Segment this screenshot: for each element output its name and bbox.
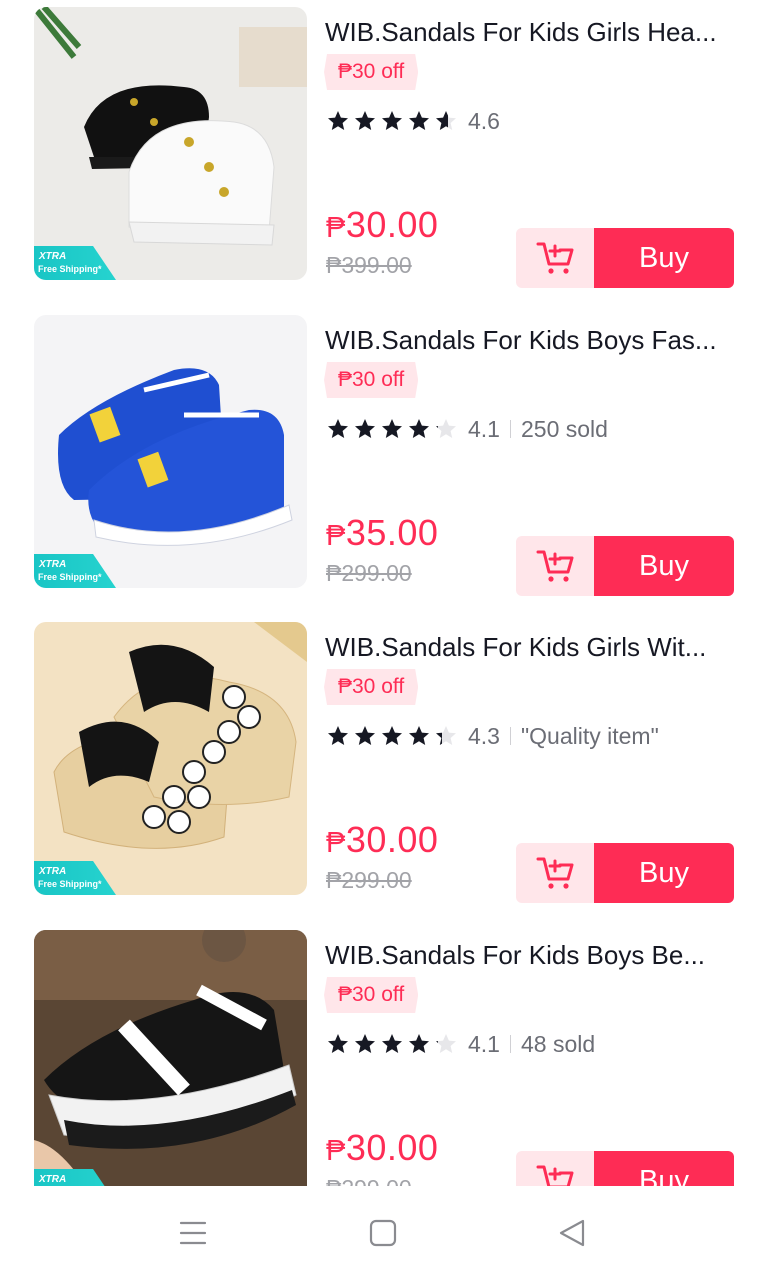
star-rating [326, 1032, 458, 1056]
star-icon [409, 726, 429, 745]
star-rating [326, 109, 458, 133]
star-icon [382, 419, 402, 438]
currency-symbol: ₱ [326, 827, 346, 859]
discount-badge: ₱30 off [324, 669, 418, 705]
rating-value: 4.3 [468, 722, 500, 749]
star-icon [382, 111, 402, 130]
add-to-cart-icon [536, 1165, 574, 1186]
star-rating [326, 417, 458, 441]
star-icon [328, 1034, 348, 1053]
add-to-cart-icon [536, 550, 574, 582]
home-square-icon [369, 1219, 397, 1247]
price: ₱30.00 [326, 204, 438, 246]
product-title[interactable]: WIB.Sandals For Kids Girls Hea... [325, 17, 737, 48]
price: ₱30.00 [326, 819, 438, 861]
product-card[interactable]: XTRA WIB.Sandals For Kids Boys Be... ₱30… [0, 930, 768, 1186]
discount-badge: ₱30 off [324, 54, 418, 90]
add-to-cart-icon [536, 242, 574, 274]
divider [509, 420, 511, 438]
divider [509, 727, 511, 745]
sold-count: 48 sold [520, 1030, 596, 1057]
rating-value: 4.1 [468, 415, 500, 442]
original-price: ₱399.00 [326, 252, 412, 278]
system-navigation-bar [0, 1186, 768, 1280]
rating-row: 4.6 [326, 105, 500, 137]
back-triangle-icon [559, 1219, 585, 1247]
product-title[interactable]: WIB.Sandals For Kids Girls Wit... [325, 632, 737, 663]
price: ₱30.00 [326, 1127, 438, 1169]
add-to-cart-button[interactable] [516, 536, 594, 596]
star-icon [436, 1034, 456, 1053]
price-value: 30.00 [345, 1127, 439, 1168]
original-price: ₱299.00 [326, 867, 412, 893]
rating-row: 4.3 "Quality item" [326, 720, 659, 752]
menu-icon [179, 1221, 207, 1245]
menu-button[interactable] [173, 1216, 213, 1250]
product-image[interactable]: XTRA Free Shipping* [34, 622, 307, 895]
buy-button[interactable]: Buy [594, 228, 734, 288]
star-icon [409, 419, 429, 438]
add-to-cart-button[interactable] [516, 228, 594, 288]
product-title[interactable]: WIB.Sandals For Kids Boys Be... [325, 940, 737, 971]
discount-badge: ₱30 off [324, 362, 418, 398]
currency-symbol: ₱ [326, 1135, 346, 1167]
price-value: 30.00 [345, 204, 439, 245]
review-snippet: "Quality item" [520, 722, 659, 749]
product-card[interactable]: XTRA Free Shipping* WIB.Sandals For Kids… [0, 622, 768, 903]
star-icon [409, 111, 429, 130]
price-value: 35.00 [345, 512, 439, 553]
add-to-cart-button[interactable] [516, 843, 594, 903]
star-icon [328, 726, 348, 745]
original-price: ₱299.00 [326, 560, 412, 586]
rating-row: 4.1 250 sold [326, 413, 608, 445]
original-price: ₱299.00 [326, 1175, 412, 1186]
product-title[interactable]: WIB.Sandals For Kids Boys Fas... [325, 325, 737, 356]
rating-value: 4.1 [468, 1030, 500, 1057]
currency-symbol: ₱ [326, 520, 346, 552]
product-card[interactable]: XTRA Free Shipping* WIB.Sandals For Kids… [0, 7, 768, 288]
star-icon [382, 1034, 402, 1053]
buy-button[interactable]: Buy [594, 536, 734, 596]
product-image[interactable]: XTRA Free Shipping* [34, 315, 307, 588]
buy-button[interactable]: Buy [594, 843, 734, 903]
star-icon [409, 1034, 429, 1053]
star-icon [355, 1034, 375, 1053]
add-to-cart-button[interactable] [516, 1151, 594, 1186]
star-icon [436, 419, 456, 438]
product-image[interactable]: XTRA [34, 930, 307, 1186]
buy-button[interactable]: Buy [594, 1151, 734, 1186]
star-icon [355, 726, 375, 745]
product-image[interactable]: XTRA Free Shipping* [34, 7, 307, 280]
home-button[interactable] [363, 1216, 403, 1250]
star-icon [328, 111, 348, 130]
price: ₱35.00 [326, 512, 438, 554]
star-rating [326, 724, 458, 748]
star-icon [328, 419, 348, 438]
rating-value: 4.6 [468, 107, 500, 134]
rating-row: 4.1 48 sold [326, 1028, 595, 1060]
price-value: 30.00 [345, 819, 439, 860]
currency-symbol: ₱ [326, 212, 346, 244]
divider [509, 1035, 511, 1053]
star-icon [355, 419, 375, 438]
product-list: XTRA Free Shipping* WIB.Sandals For Kids… [0, 0, 768, 1186]
product-card[interactable]: XTRA Free Shipping* WIB.Sandals For Kids… [0, 315, 768, 596]
star-icon [436, 111, 456, 130]
star-icon [382, 726, 402, 745]
sold-count: 250 sold [520, 415, 608, 442]
star-icon [436, 726, 456, 745]
star-icon [355, 111, 375, 130]
add-to-cart-icon [536, 857, 574, 889]
discount-badge: ₱30 off [324, 977, 418, 1013]
back-button[interactable] [552, 1216, 592, 1250]
